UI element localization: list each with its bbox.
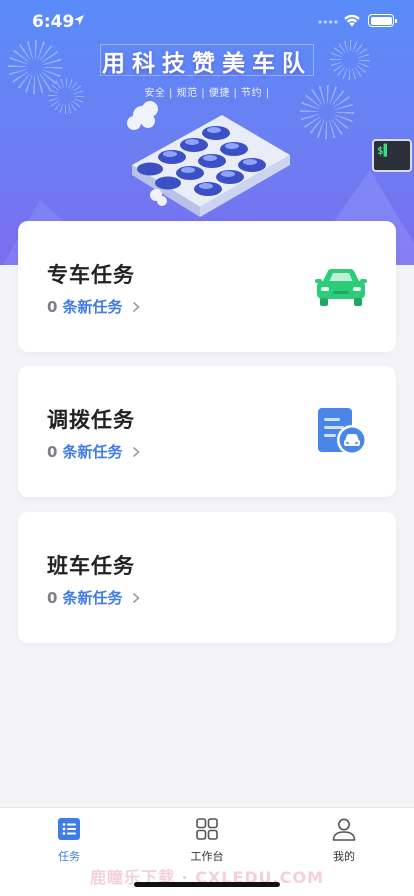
new-task-label: 条新任务 <box>62 589 123 607</box>
tab-label: 我的 <box>333 850 355 863</box>
location-arrow-icon <box>74 15 84 25</box>
wifi-icon <box>344 14 360 27</box>
tab-tasks[interactable]: 任务 <box>29 816 109 864</box>
task-list-icon <box>58 818 80 840</box>
task-card-special-car[interactable]: 专车任务 0 条新任务 <box>18 221 396 352</box>
banner-slogan: 用科技赞美车队 <box>102 51 312 77</box>
status-time: 6:49 <box>32 12 75 32</box>
tab-workbench[interactable]: 工作台 <box>167 816 247 864</box>
tab-mine[interactable]: 我的 <box>304 816 384 864</box>
new-task-link[interactable]: 0 条新任务 <box>47 587 141 608</box>
new-task-label: 条新任务 <box>62 298 123 316</box>
tab-label: 任务 <box>58 850 80 863</box>
tab-label: 工作台 <box>190 850 224 863</box>
car-icon <box>315 269 367 306</box>
task-card-shuttle-bus[interactable]: 班车任务 0 条新任务 <box>18 512 396 643</box>
status-bar: 6:49 <box>0 0 414 44</box>
transfer-document-icon <box>318 408 367 455</box>
battery-icon <box>368 14 397 27</box>
new-task-label: 条新任务 <box>62 443 123 461</box>
signal-dots-icon <box>318 20 338 24</box>
user-icon <box>332 818 356 841</box>
new-task-link[interactable]: 0 条新任务 <box>47 296 141 317</box>
chevron-right-icon <box>133 592 141 603</box>
new-task-count: 0 <box>47 588 58 607</box>
card-title: 班车任务 <box>47 554 135 578</box>
card-title: 专车任务 <box>47 263 135 287</box>
terminal-icon[interactable]: $▌ <box>372 139 412 172</box>
parking-lot-illustration <box>127 101 290 217</box>
new-task-count: 0 <box>47 297 58 316</box>
new-task-link[interactable]: 0 条新任务 <box>47 441 141 462</box>
task-card-transfer[interactable]: 调拨任务 0 条新任务 <box>18 366 396 497</box>
new-task-count: 0 <box>47 442 58 461</box>
chevron-right-icon <box>133 301 141 312</box>
grid-icon <box>196 818 218 840</box>
home-indicator[interactable] <box>134 882 280 887</box>
chevron-right-icon <box>133 446 141 457</box>
card-title: 调拨任务 <box>47 408 135 432</box>
